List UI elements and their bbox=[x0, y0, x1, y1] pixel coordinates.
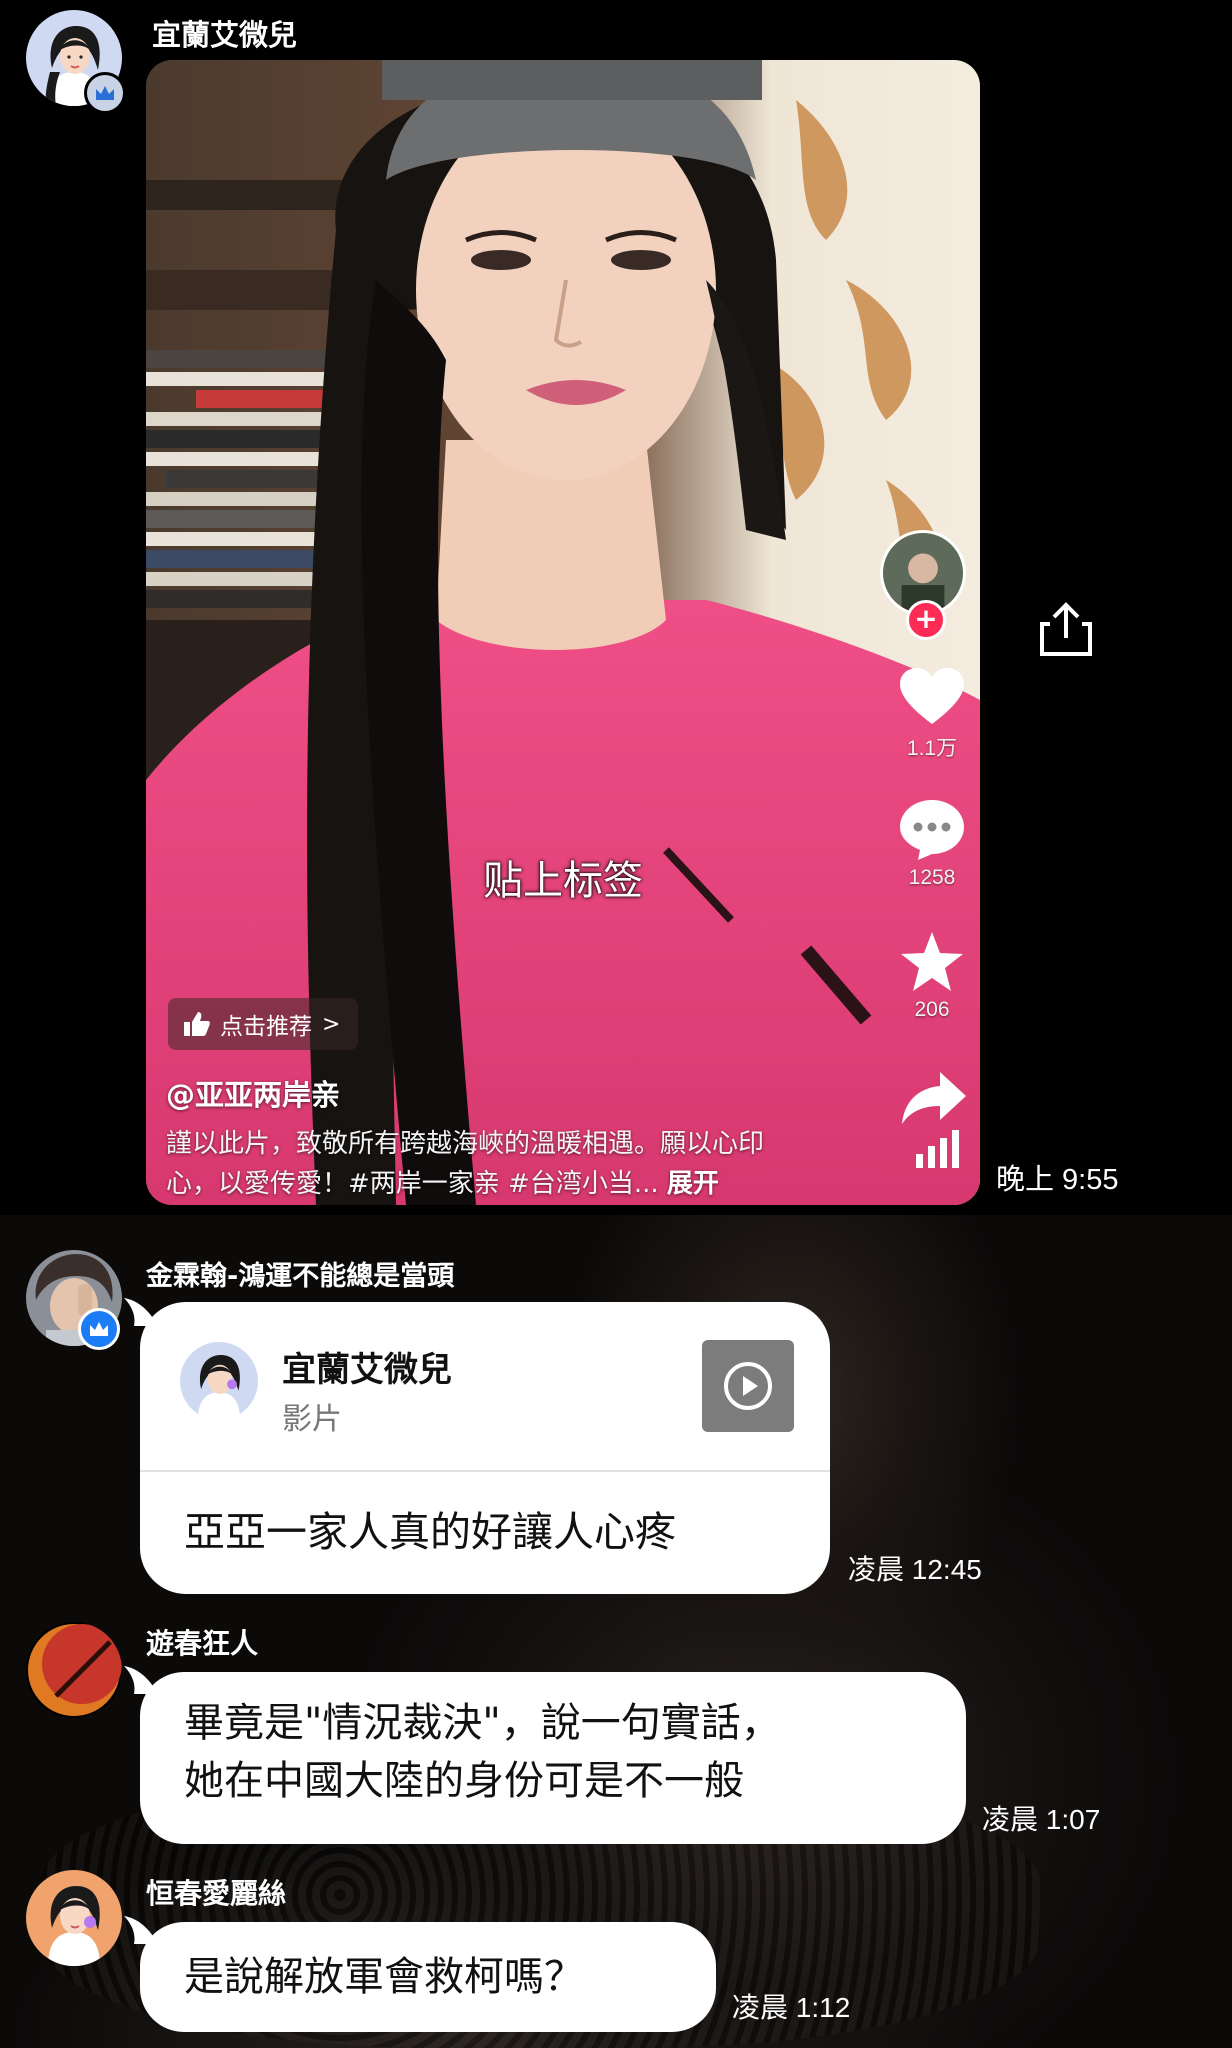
message-timestamp: 凌晨 12:45 bbox=[848, 1554, 982, 1585]
video-thumbnail[interactable] bbox=[702, 1340, 794, 1432]
forward-icon bbox=[902, 1072, 966, 1124]
follow-plus-button[interactable]: + bbox=[906, 600, 946, 640]
play-icon bbox=[724, 1362, 772, 1410]
shared-card-title: 宜蘭艾微兒 bbox=[282, 1350, 452, 1390]
shared-author-avatar bbox=[180, 1342, 258, 1420]
heart-icon bbox=[900, 668, 964, 724]
video-author[interactable]: @亚亚两岸亲 bbox=[166, 1072, 340, 1114]
crown-badge bbox=[84, 72, 126, 114]
message-bubble: 畢竟是"情況裁決"，說一句實話， 她在中國大陸的身份可是不一般 bbox=[140, 1672, 966, 1844]
star-icon bbox=[901, 932, 963, 991]
sender-avatar[interactable] bbox=[26, 1870, 122, 1966]
crown-icon bbox=[96, 86, 114, 100]
woman-avatar-orange-icon bbox=[26, 1870, 122, 1966]
card-divider bbox=[140, 1470, 830, 1472]
message-line: 她在中國大陸的身份可是不一般 bbox=[184, 1758, 744, 1804]
message-timestamp: 凌晨 1:12 bbox=[732, 1992, 851, 2023]
verified-crown-badge bbox=[78, 1308, 120, 1350]
forward-button[interactable] bbox=[886, 1072, 982, 1128]
video-subtitle: 贴上标签 bbox=[483, 858, 643, 904]
sender-name: 恒春愛麗絲 bbox=[146, 1877, 287, 1910]
shared-video-preview-card[interactable]: 宜蘭艾微兒 影片 亞亞一家人真的好讓人心疼 bbox=[140, 1302, 830, 1594]
message-text: 是說解放軍會救柯嗎？ bbox=[184, 1954, 584, 2000]
message-text: 亞亞一家人真的好讓人心疼 bbox=[184, 1508, 676, 1556]
chevron-right-icon: > bbox=[322, 1011, 341, 1037]
message-line: 畢竟是"情況裁決"，說一句實話， bbox=[184, 1700, 781, 1746]
favorite-count: 206 bbox=[914, 998, 950, 1021]
like-count: 1.1万 bbox=[906, 737, 958, 760]
video-caption: 謹以此片，致敬所有跨越海峽的溫暖相遇。願以心印心，以愛传愛！#两岸一家亲 #台湾… bbox=[166, 1124, 806, 1204]
sender-name: 金霖翰-鴻運不能總是當頭 bbox=[146, 1261, 455, 1292]
recommend-label: 点击推荐 bbox=[220, 1014, 312, 1040]
message-timestamp: 晚上 9:55 bbox=[996, 1164, 1119, 1196]
recommend-chip[interactable]: 点击推荐 > bbox=[168, 998, 359, 1050]
favorite-button[interactable]: 206 bbox=[884, 932, 980, 1022]
sender-name: 宜蘭艾微兒 bbox=[152, 18, 298, 52]
share-icon[interactable] bbox=[1038, 602, 1094, 658]
thumbs-up-icon bbox=[184, 1012, 210, 1036]
sender-name: 遊春狂人 bbox=[146, 1627, 259, 1660]
message-bubble: 是說解放軍會救柯嗎？ bbox=[140, 1922, 716, 2032]
stats-icon bbox=[892, 1128, 988, 1172]
shared-card-subtitle: 影片 bbox=[282, 1402, 342, 1437]
crown-icon bbox=[90, 1322, 108, 1336]
like-button[interactable]: 1.1万 bbox=[884, 668, 980, 762]
red-moon-avatar-icon bbox=[26, 1622, 122, 1718]
expand-link[interactable]: 展开 bbox=[667, 1169, 719, 1199]
plus-icon: + bbox=[914, 602, 938, 635]
message-timestamp: 凌晨 1:07 bbox=[982, 1804, 1101, 1835]
sender-avatar[interactable] bbox=[26, 1622, 122, 1718]
